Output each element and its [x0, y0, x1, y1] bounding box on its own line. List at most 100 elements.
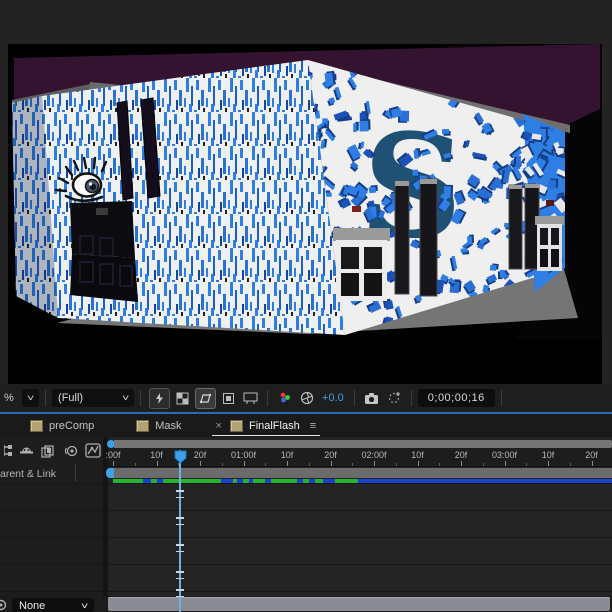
graph-editor-icon[interactable] [84, 442, 101, 459]
motion-blur-icon[interactable] [62, 442, 79, 459]
ruler-label: 02:00f [361, 450, 387, 460]
take-snapshot-button[interactable] [362, 389, 381, 408]
parent-link-label: arent & Link [0, 468, 57, 480]
time-navigator-bar[interactable] [107, 440, 612, 448]
ruler-label: 20f [454, 450, 468, 460]
playhead-line[interactable] [176, 450, 184, 612]
ruler-tick-minor [134, 463, 136, 466]
viewer-toolbar: % ˅ (Full) ˅ +0.0 0;00;00;16 [0, 384, 612, 412]
center-door [333, 228, 390, 301]
playhead-ibeam [176, 571, 184, 579]
composition-icon [30, 419, 43, 432]
frame-blending-icon[interactable] [40, 442, 57, 459]
playhead-ibeam [176, 544, 184, 552]
ruler-label: 20f [193, 450, 207, 460]
ruler-tick-minor [221, 463, 223, 466]
region-of-interest-button[interactable] [219, 389, 238, 408]
ruler-tick-minor [308, 463, 310, 466]
ruler-tick [330, 461, 332, 466]
composition-icon [136, 419, 150, 432]
ruler-tick-minor [352, 463, 354, 466]
playhead-handle[interactable] [174, 450, 187, 464]
ruler-tick [461, 461, 462, 466]
exit-sign-left [352, 206, 361, 212]
chevron-down-icon: ˅ [80, 600, 89, 611]
work-area-track[interactable] [114, 468, 612, 478]
magnification-label: % [4, 392, 14, 404]
ruler-tick [548, 461, 549, 466]
timeline-left-column: arent & Link [0, 437, 103, 612]
ruler-tick-minor [526, 463, 528, 466]
ruler-tick [287, 461, 288, 466]
ruler-label: 03:00f [491, 450, 518, 460]
shy-layers-icon[interactable] [18, 442, 35, 459]
ruler-label: 10f [280, 450, 294, 460]
tab-label: preComp [49, 419, 95, 432]
right-door [535, 216, 564, 271]
ruler-tick-minor [482, 463, 484, 466]
tab-finalflash[interactable]: × FinalFlash ≡ [206, 414, 327, 437]
playhead-ibeam [176, 517, 184, 525]
horizontal-scrollbar-thumb[interactable] [108, 597, 610, 611]
parent-link-column-header[interactable]: arent & Link [0, 465, 103, 483]
ruler-label: 20f [324, 450, 337, 460]
region-icon [222, 392, 234, 404]
resolution-value: (Full) [58, 392, 84, 404]
parent-pickwhip-icon[interactable] [0, 599, 8, 611]
show-snapshot-button[interactable] [384, 389, 403, 408]
navigator-track[interactable] [114, 440, 612, 448]
ruler-label: 01:00f [230, 450, 257, 460]
column-divider[interactable] [75, 464, 76, 482]
snapshot-ghost-icon [388, 392, 400, 404]
ruler-tick-minor [395, 463, 397, 466]
ruler-tick [591, 461, 593, 466]
ruler-tick-minor [439, 463, 441, 466]
transparency-grid-button[interactable] [173, 389, 192, 408]
playhead-ibeam [176, 490, 184, 498]
tab-label: Mask [155, 419, 182, 432]
mask-path-icon [199, 393, 211, 403]
tab-precomp[interactable]: preComp [20, 414, 104, 437]
composition-icon [229, 419, 243, 432]
close-tab-icon[interactable]: × [216, 420, 222, 432]
mask-visibility-button[interactable] [194, 387, 216, 409]
tab-mask[interactable]: Mask [126, 414, 191, 437]
magnification-dropdown[interactable]: ˅ [21, 389, 40, 407]
ruler-label: 20f [585, 450, 598, 460]
ruler-tick [243, 461, 245, 466]
camera-icon [365, 392, 379, 404]
adjust-exposure-button[interactable] [298, 389, 317, 408]
door-sign [96, 208, 108, 215]
parent-link-dropdown[interactable]: None ˅ [12, 598, 94, 612]
composition-viewport[interactable]: S [8, 44, 602, 384]
ruler-tick [156, 461, 158, 466]
guides-button[interactable] [241, 389, 260, 408]
ruler-label: 10f [411, 450, 424, 460]
checkerboard-icon [176, 392, 189, 404]
ruler-tick [200, 461, 201, 466]
ruler-tick [113, 461, 114, 466]
resolution-dropdown[interactable]: (Full) ˅ [52, 389, 135, 407]
ruler-tick [504, 461, 506, 466]
fast-preview-button[interactable] [148, 387, 170, 409]
rgb-channels-icon [280, 392, 290, 403]
timeline-tab-bar: preComp Mask × FinalFlash ≡ [0, 414, 612, 437]
ruler-tick [417, 461, 419, 466]
panel-menu-icon[interactable]: ≡ [310, 420, 316, 432]
ruler-tick-minor [569, 463, 571, 466]
ruler-tick [374, 461, 375, 466]
playhead-ibeam [176, 589, 184, 597]
monitor-guides-icon [243, 392, 258, 404]
ruler-label: :00f [105, 450, 121, 460]
work-area-bar[interactable] [106, 468, 612, 478]
composition-viewer-panel: S [0, 0, 612, 384]
ruler-label: 10f [541, 450, 555, 460]
ruler-label: 10f [150, 450, 163, 460]
parent-link-value: None [19, 599, 46, 612]
after-effects-window: S % ˅ (Full) ˅ +0.0 0;00;00;16 preComp M… [0, 0, 612, 612]
show-channel-button[interactable] [276, 389, 295, 408]
exposure-value[interactable]: +0.0 [322, 392, 344, 404]
mini-flowchart-icon[interactable] [4, 442, 13, 459]
timeline-toolbar-icons [4, 442, 101, 459]
preview-timecode[interactable]: 0;00;00;16 [417, 389, 495, 407]
